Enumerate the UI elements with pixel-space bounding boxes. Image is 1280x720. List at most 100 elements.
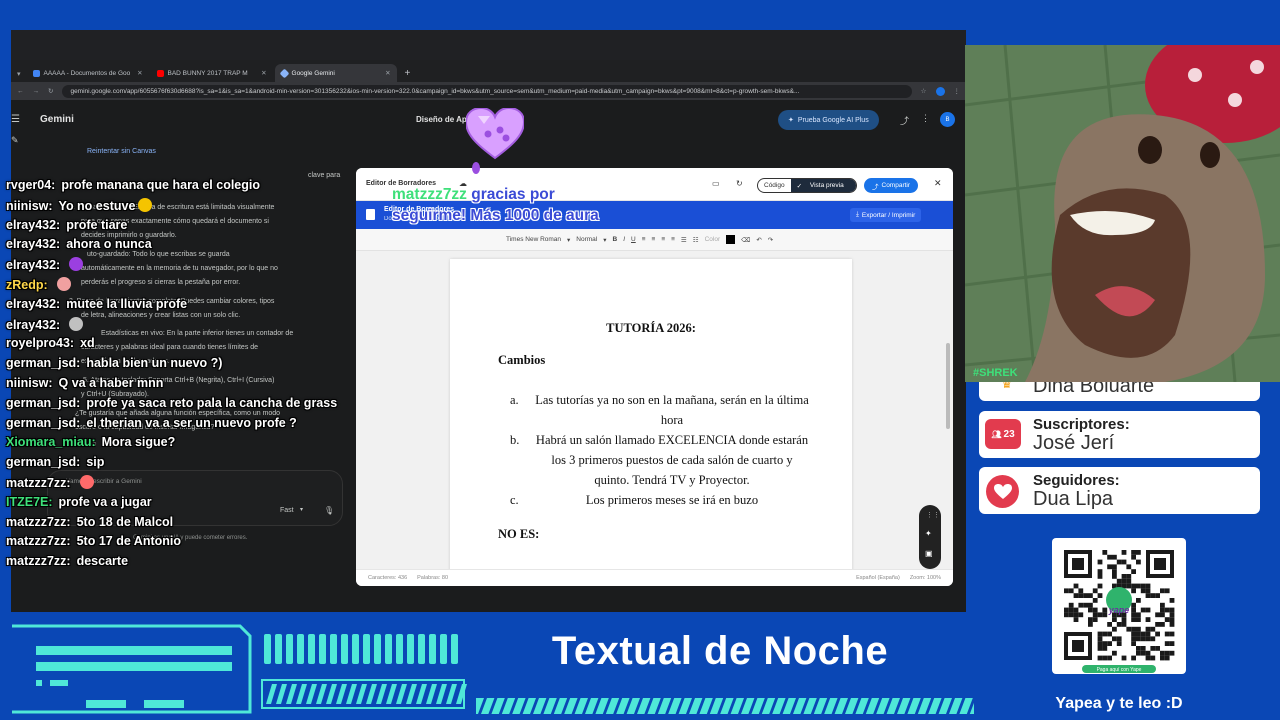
align-right-icon[interactable]: ≡ <box>661 236 665 243</box>
bullet-list-icon[interactable]: ☰ <box>681 236 687 244</box>
chat-emote-icon <box>69 316 84 331</box>
floating-tools: ⋮⋮ ✦ ▣ <box>919 505 941 569</box>
chat-username: elray432: <box>6 296 61 311</box>
font-select[interactable]: Times New Roman <box>506 236 561 243</box>
tab-menu-icon[interactable]: ▾ <box>17 70 21 78</box>
chevron-down-icon: ▾ <box>603 236 607 244</box>
tab-docs[interactable]: AAAAA - Documentos de Goo ✕ <box>27 64 149 82</box>
chat-username: ITZE7E: <box>6 494 53 509</box>
chat-message: elray432: <box>6 316 84 332</box>
close-tab-icon[interactable]: ✕ <box>385 69 390 77</box>
scrollbar[interactable] <box>946 343 950 429</box>
align-center-icon[interactable]: ≡ <box>652 236 656 243</box>
close-tab-icon[interactable]: ✕ <box>261 69 266 77</box>
eraser-icon[interactable]: ⌫ <box>741 236 750 244</box>
redo-icon[interactable]: ↷ <box>768 236 773 244</box>
color-label: Color <box>704 236 721 243</box>
chat-message: zRedp: <box>6 277 71 292</box>
tab-strip: ▾ AAAAA - Documentos de Goo ✕ BAD BUNNY … <box>11 60 966 82</box>
drag-handle-icon[interactable]: ⋮⋮ <box>926 511 940 519</box>
export-print-button[interactable]: ⤓ Exportar / Imprimir <box>850 208 922 222</box>
profile-icon[interactable] <box>935 86 945 96</box>
chat-emote-icon <box>138 197 153 212</box>
chat-username: rvger04: <box>6 178 56 192</box>
youtube-favicon-icon <box>156 69 164 77</box>
align-left-icon[interactable]: ≡ <box>642 236 646 243</box>
chat-username: matzzz7zz: <box>6 514 71 529</box>
numbered-list-icon[interactable]: ☷ <box>693 236 699 244</box>
share-icon: ⤴ <box>872 183 879 191</box>
tab-gemini[interactable]: Google Gemini ✕ <box>274 64 397 82</box>
people-icon: 👥︎ <box>991 429 1002 439</box>
back-icon[interactable]: ← <box>17 88 24 95</box>
list-item: a. Las tutorías ya no son en la mañana, … <box>510 390 810 430</box>
edit-icon[interactable]: ✎ <box>11 134 19 148</box>
chat-message: matzzz7zz: 5to 17 de Antonio <box>6 534 181 548</box>
chat-username: german_jsd: <box>6 356 81 371</box>
retry-without-canvas-link[interactable]: Reintentar sin Canvas <box>87 147 156 158</box>
chat-text: xd <box>80 336 95 351</box>
justify-icon[interactable]: ≡ <box>671 236 675 243</box>
hamburger-menu-icon[interactable]: ☰ <box>11 114 20 125</box>
chat-text: sip <box>86 455 105 470</box>
tab-label: Google Gemini <box>291 69 335 77</box>
window-icon[interactable]: ▭ <box>712 179 720 188</box>
chat-message: german_jsd: el therian va a ser un nuevo … <box>6 416 297 430</box>
chat-username: Xiomara_miau: <box>6 435 96 450</box>
color-swatch[interactable] <box>726 235 736 244</box>
chat-message: elray432: profe tiare <box>6 218 127 232</box>
reload-icon[interactable]: ↻ <box>48 87 53 95</box>
forward-icon[interactable]: → <box>33 88 40 95</box>
gemini-favicon-icon <box>279 68 289 78</box>
menu-dots-icon[interactable]: ⋮ <box>954 87 961 95</box>
preview-tab[interactable]: ✓ Vista previa <box>790 179 856 192</box>
italic-icon[interactable]: I <box>623 236 625 243</box>
share-button[interactable]: ⤴ Compartir <box>864 178 919 193</box>
canvas-editor: Editor de Borradores ☁ ▭ ↻ Código ✓ Vist… <box>356 168 953 586</box>
comment-icon[interactable]: ▣ <box>925 549 933 558</box>
section-heading: NO ES: <box>498 527 540 541</box>
close-icon[interactable]: ✕ <box>934 178 942 189</box>
chat-username: german_jsd: <box>6 455 81 470</box>
top-stat-name: Dina Boluarte <box>1033 382 1155 397</box>
donkey-image: #SHREK <box>965 45 1280 382</box>
chat-username: matzzz7zz: <box>6 534 71 549</box>
list-item: c. Los primeros meses se irá en buzo <box>510 490 810 510</box>
stat-top-card: ♛ Dina Boluarte <box>979 382 1260 401</box>
new-tab-button[interactable]: + <box>405 68 411 79</box>
stream-banner-title: Textual de Noche <box>551 629 889 673</box>
tab-youtube[interactable]: BAD BUNNY 2017 TRAP M ✕ <box>151 64 273 82</box>
underline-icon[interactable]: U <box>631 236 636 243</box>
chat-message: ITZE7E: profe va a jugar <box>6 495 152 509</box>
chat-text: profe manana que hara el colegio <box>61 178 261 192</box>
chat-message: elray432: ahora o nunca <box>6 237 152 251</box>
url-input[interactable]: gemini.google.com/app/6055676f630d6688?i… <box>62 84 912 98</box>
chat-text: mutee la lluvia profe <box>66 296 188 311</box>
try-ai-plus-button[interactable]: ✦ Prueba Google AI Plus <box>778 110 879 130</box>
close-tab-icon[interactable]: ✕ <box>137 69 142 77</box>
chat-text: Mora sigue? <box>101 435 176 450</box>
chat-username: matzzz7zz: <box>6 476 71 490</box>
followers-label: Seguidores: <box>1033 472 1120 489</box>
bookmark-star-icon[interactable]: ☆ <box>921 87 927 95</box>
sparkle-edit-icon[interactable]: ✦ <box>925 529 932 538</box>
crown-icon: ♛ <box>1001 382 1013 391</box>
style-select[interactable]: Normal <box>576 236 597 243</box>
chat-message: royelpro43: xd <box>6 336 95 350</box>
share-icon[interactable]: ⤴ <box>900 114 909 127</box>
bold-icon[interactable]: B <box>613 236 618 243</box>
account-avatar[interactable]: B <box>940 112 955 127</box>
chat-message: niinisw: Q va a haber mnn <box>6 376 163 390</box>
document-page[interactable]: TUTORÍA 2026: Cambios a. Las tutorías ya… <box>450 259 852 579</box>
refresh-icon[interactable]: ↻ <box>736 179 743 188</box>
followers-card: Seguidores: Dua Lipa <box>979 467 1260 514</box>
undo-icon[interactable]: ↶ <box>756 236 761 244</box>
more-options-icon[interactable]: ⋮ <box>921 113 930 124</box>
stream-chat: rvger04: profe manana que hara el colegio… <box>0 174 360 574</box>
char-count: Caracteres: 436 <box>368 575 408 581</box>
editor-footer: Caracteres: 436 Palabras: 80 Español (Es… <box>356 569 953 586</box>
code-tab[interactable]: Código <box>758 179 791 192</box>
url-text: gemini.google.com/app/6055676f630d6688?i… <box>70 87 800 95</box>
address-bar-row: ← → ↻ gemini.google.com/app/6055676f630d… <box>11 82 966 100</box>
chat-username: german_jsd: <box>6 395 81 410</box>
